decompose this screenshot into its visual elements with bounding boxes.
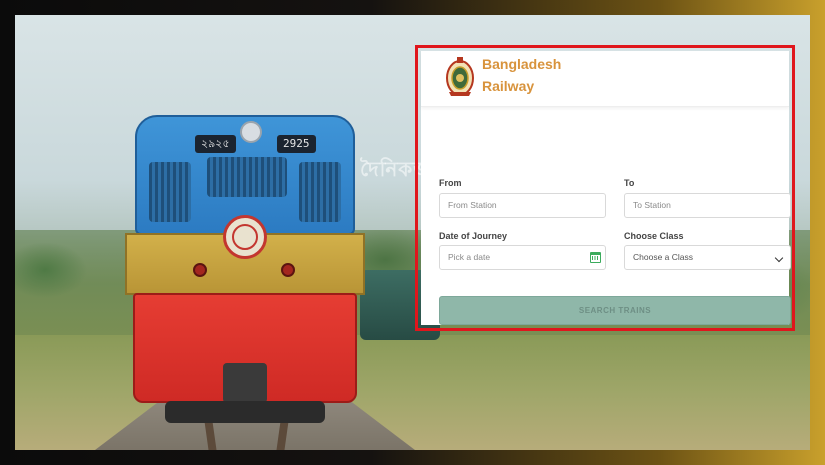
choose-class-select[interactable]: Choose a Class — [624, 245, 791, 270]
search-trains-button[interactable]: SEARCH TRAINS — [439, 296, 791, 325]
class-label: Choose Class — [624, 231, 684, 241]
grille-center — [207, 157, 287, 197]
calendar-icon[interactable] — [590, 252, 601, 263]
brand-line-1: Bangladesh — [482, 56, 562, 72]
wheels — [165, 401, 325, 423]
grille-left — [149, 162, 191, 222]
coupler — [223, 363, 267, 403]
brand-header: Bangladesh Railway — [421, 51, 789, 107]
bangladesh-railway-logo-icon — [446, 57, 474, 96]
to-label: To — [624, 178, 635, 188]
brand-line-2: Railway — [482, 78, 535, 94]
class-selected-value: Choose a Class — [633, 252, 694, 262]
date-placeholder: Pick a date — [448, 252, 491, 262]
headlamp-right — [281, 263, 295, 277]
brand-name: Bangladesh Railway — [482, 53, 561, 97]
locomotive: ২৯২৫ 2925 — [125, 115, 365, 425]
number-plate-bangla: ২৯২৫ — [195, 135, 236, 153]
highlight-frame: Bangladesh Railway From From Station To … — [415, 45, 795, 331]
from-station-input[interactable]: From Station — [439, 193, 606, 218]
from-label: From — [439, 178, 462, 188]
number-plate-english: 2925 — [277, 135, 316, 153]
date-of-journey-input[interactable]: Pick a date — [439, 245, 606, 270]
railway-emblem-icon — [223, 215, 267, 259]
headlamp-left — [193, 263, 207, 277]
to-station-input[interactable]: To Station — [624, 193, 791, 218]
grille-right — [299, 162, 341, 222]
top-lamp — [240, 121, 262, 143]
booking-form-card: Bangladesh Railway From From Station To … — [421, 51, 791, 325]
date-label: Date of Journey — [439, 231, 508, 241]
